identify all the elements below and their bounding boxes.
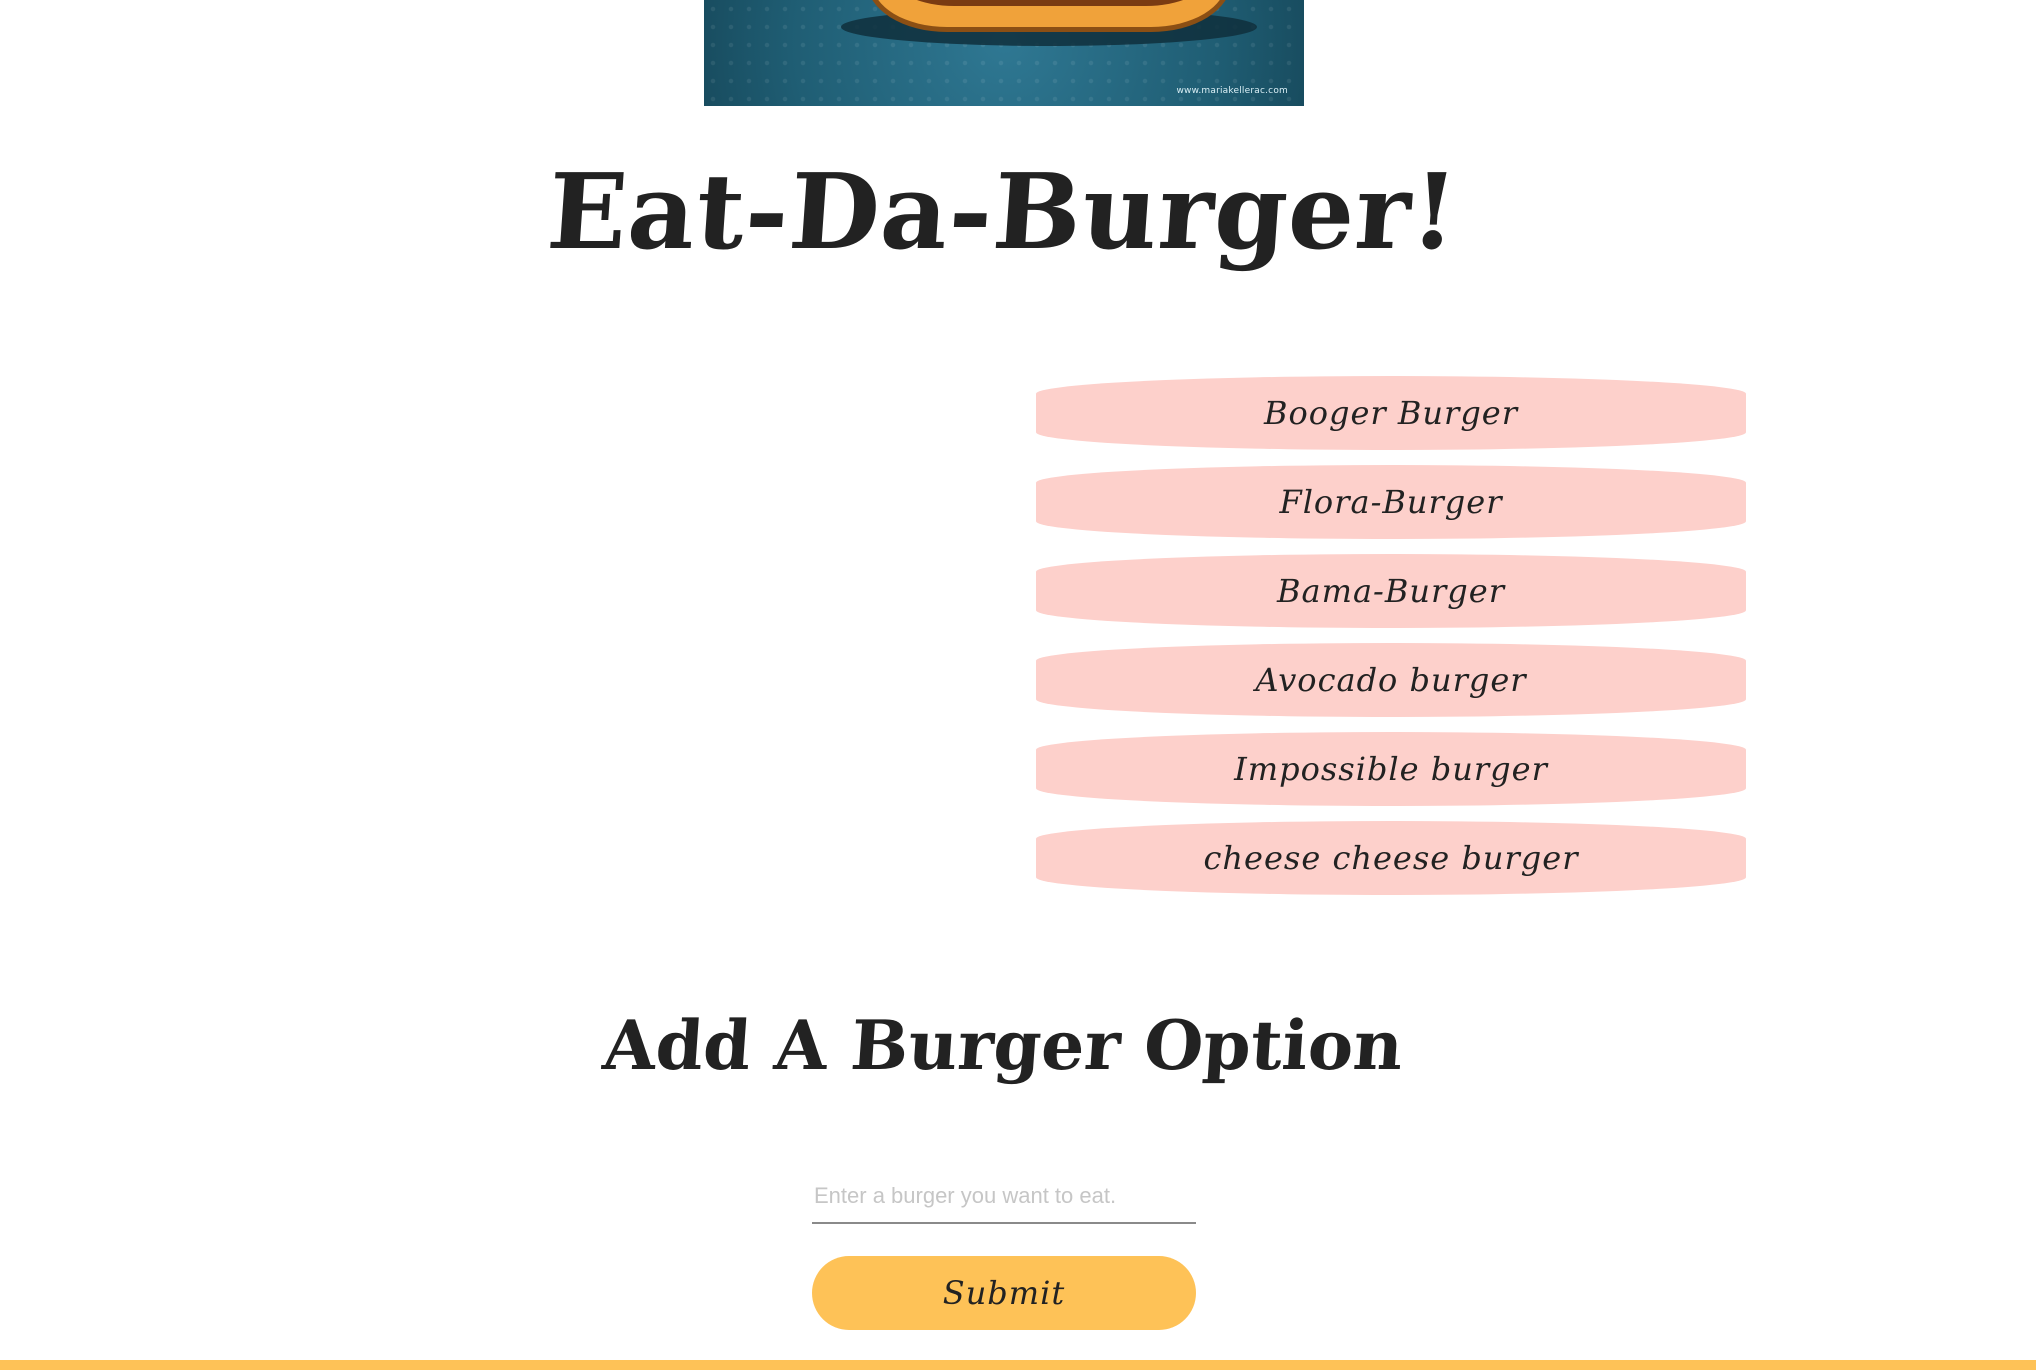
burger-item-label: Booger Burger <box>1263 394 1519 432</box>
burger-illustration: www.mariakellerac.com <box>704 0 1304 106</box>
image-credit: www.mariakellerac.com <box>1176 86 1288 96</box>
burger-item-avocado-burger[interactable]: Avocado burger <box>1036 643 1746 717</box>
burger-item-booger-burger[interactable]: Booger Burger <box>1036 376 1746 450</box>
burger-item-label: Flora-Burger <box>1279 483 1503 521</box>
page: www.mariakellerac.com Eat-Da-Burger! Boo… <box>0 0 2036 1370</box>
burger-item-label: Impossible burger <box>1234 750 1548 788</box>
burger-patty <box>894 0 1206 6</box>
burger-item-label: cheese cheese burger <box>1203 839 1579 877</box>
burger-item-label: Bama-Burger <box>1277 572 1505 610</box>
page-title: Eat-Da-Burger! <box>543 150 1463 273</box>
burger-list: Booger Burger Flora-Burger Bama-Burger A… <box>1036 376 1746 910</box>
footer-bar <box>0 1360 2036 1370</box>
submit-button[interactable]: Submit <box>812 1256 1196 1330</box>
burger-item-bama-burger[interactable]: Bama-Burger <box>1036 554 1746 628</box>
burger-item-flora-burger[interactable]: Flora-Burger <box>1036 465 1746 539</box>
burger-item-cheese-cheese-burger[interactable]: cheese cheese burger <box>1036 821 1746 895</box>
add-burger-heading: Add A Burger Option <box>600 1006 1406 1086</box>
burger-name-input[interactable] <box>812 1170 1196 1224</box>
burger-item-label: Avocado burger <box>1255 661 1527 699</box>
burger-item-impossible-burger[interactable]: Impossible burger <box>1036 732 1746 806</box>
